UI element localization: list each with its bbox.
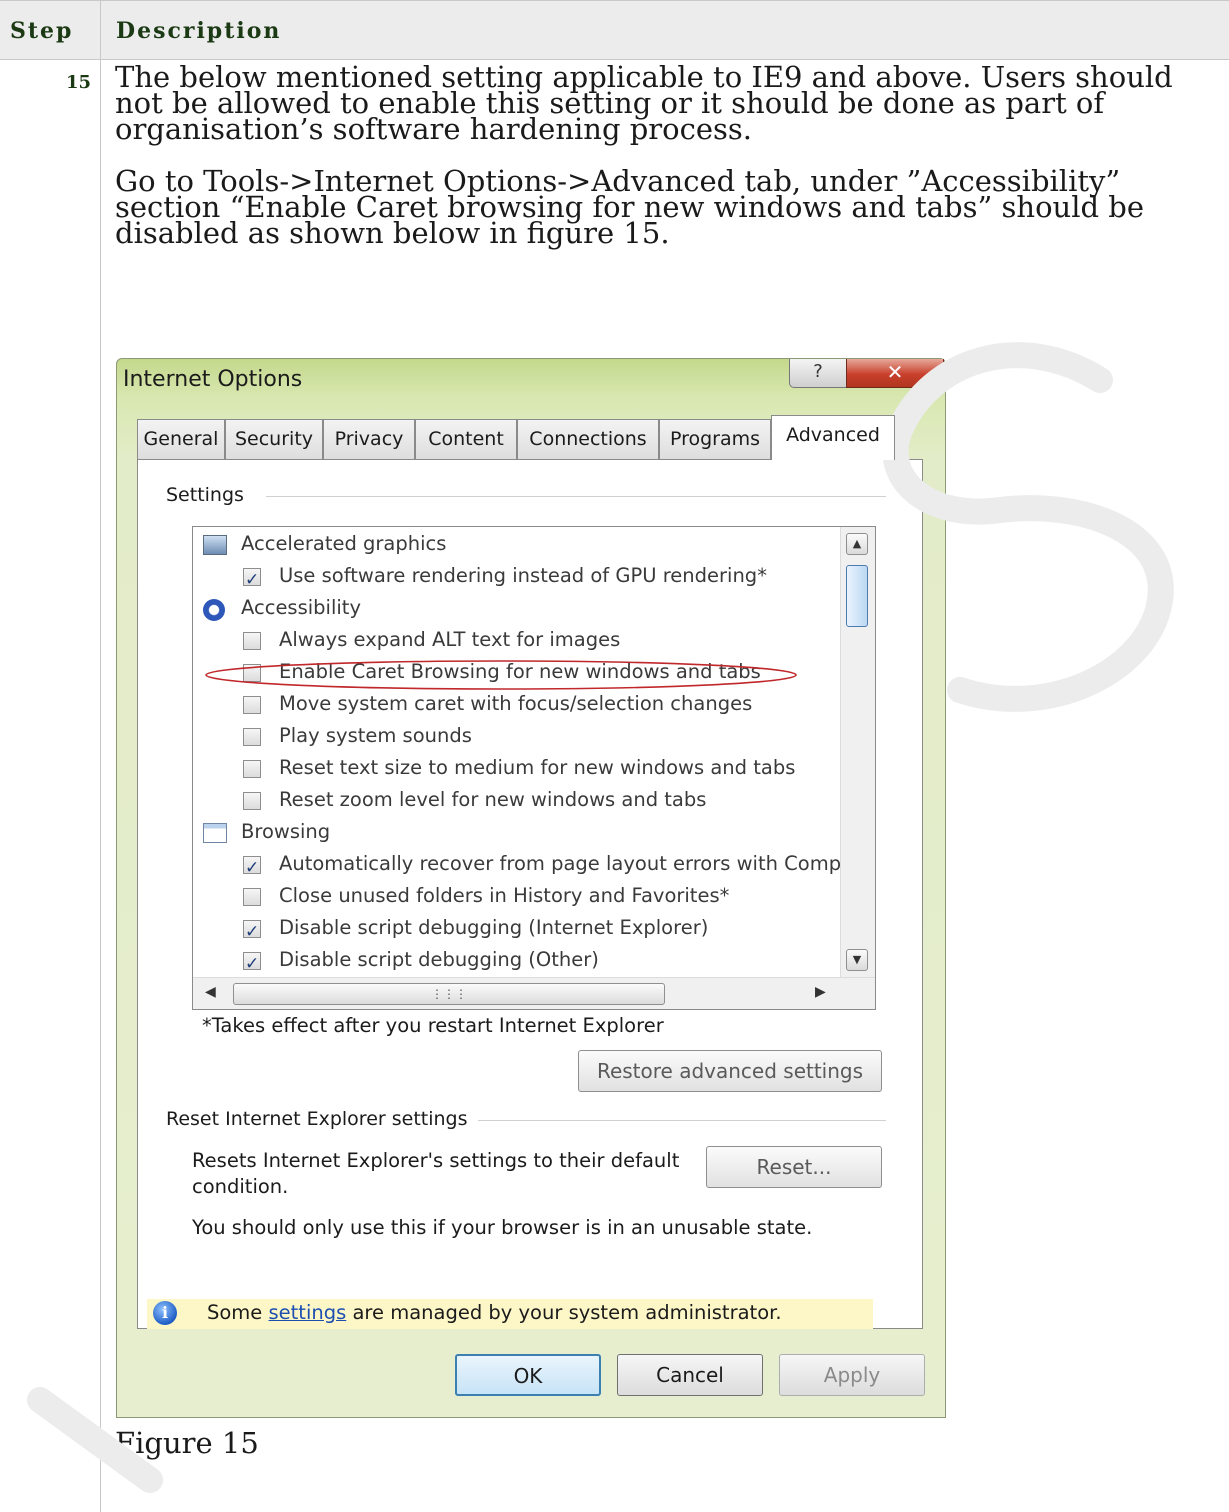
checkbox-unchecked[interactable]: [243, 632, 261, 650]
settings-group-label: Settings: [166, 484, 252, 506]
checkbox-unchecked[interactable]: [243, 792, 261, 810]
help-icon: ?: [813, 361, 823, 382]
red-highlight-ellipse: [205, 660, 797, 690]
scroll-right-icon[interactable]: ▶: [815, 984, 826, 1000]
tab-security[interactable]: Security: [225, 419, 323, 459]
settings-group-line: [266, 496, 886, 497]
checkbox-checked[interactable]: [243, 565, 261, 595]
checkbox-unchecked[interactable]: [243, 696, 261, 714]
info-icon: i: [153, 1301, 177, 1325]
tab-content[interactable]: Content: [415, 419, 517, 459]
checkbox-unchecked[interactable]: [243, 728, 261, 746]
help-button[interactable]: ?: [789, 359, 847, 388]
reset-description: Resets Internet Explorer's settings to t…: [192, 1149, 680, 1198]
scroll-left-icon[interactable]: ◀: [205, 984, 216, 1000]
info-suffix: are managed by your system administrator…: [346, 1301, 782, 1324]
ok-button[interactable]: OK: [455, 1354, 601, 1396]
scroll-up-button[interactable]: ▲: [846, 533, 868, 555]
vertical-scroll-thumb[interactable]: [846, 565, 868, 627]
tab-connections[interactable]: Connections: [517, 419, 659, 459]
settings-listbox[interactable]: Accelerated graphicsUse software renderi…: [192, 526, 876, 1010]
advanced-tab-panel: Settings Accelerated graphicsUse softwar…: [137, 459, 923, 1329]
settings-link[interactable]: settings: [269, 1301, 347, 1324]
checkbox-checked[interactable]: [243, 853, 261, 883]
column-header-description: Description: [116, 18, 282, 44]
column-header-step: Step: [10, 18, 74, 44]
column-divider: [100, 0, 101, 1512]
restore-advanced-settings-button[interactable]: Restore advanced settings: [578, 1050, 882, 1092]
dialog-title: Internet Options: [123, 367, 303, 392]
close-button[interactable]: ✕: [846, 359, 944, 388]
window-icon: [203, 823, 227, 843]
internet-options-dialog: Internet Options ? ✕ General Security Pr…: [116, 358, 946, 1418]
monitor-icon: [203, 535, 227, 555]
admin-info-text: Some settings are managed by your system…: [207, 1301, 782, 1324]
checkbox-unchecked[interactable]: [243, 888, 261, 906]
vertical-scrollbar[interactable]: ▲ ▼: [840, 527, 875, 977]
restart-note: *Takes effect after you restart Internet…: [202, 1014, 664, 1037]
tab-general[interactable]: General: [137, 419, 225, 459]
tab-advanced[interactable]: Advanced: [771, 415, 895, 460]
apply-button[interactable]: Apply: [779, 1354, 925, 1396]
checkbox-unchecked[interactable]: [243, 760, 261, 778]
checkbox-checked[interactable]: [243, 917, 261, 947]
checkbox-checked[interactable]: [243, 949, 261, 979]
cancel-button[interactable]: Cancel: [617, 1354, 763, 1396]
step-number: 15: [66, 72, 92, 93]
reset-group-line: [478, 1120, 886, 1121]
accessibility-icon: [203, 599, 225, 621]
table-header-row: Step Description: [0, 0, 1229, 60]
unusable-state-text: You should only use this if your browser…: [192, 1216, 813, 1239]
admin-info-bar: i Some settings are managed by your syst…: [147, 1299, 873, 1329]
info-prefix: Some: [207, 1301, 269, 1324]
horizontal-scrollbar[interactable]: ◀ ⋮⋮⋮ ▶: [193, 977, 875, 1009]
reset-group-label: Reset Internet Explorer settings: [166, 1108, 476, 1130]
scroll-down-button[interactable]: ▼: [846, 949, 868, 971]
reset-button[interactable]: Reset...: [706, 1146, 882, 1188]
tab-privacy[interactable]: Privacy: [323, 419, 415, 459]
description-paragraph-2: Go to Tools->Internet Options->Advanced …: [115, 164, 1144, 250]
horizontal-scroll-thumb[interactable]: ⋮⋮⋮: [233, 983, 665, 1005]
description-paragraph-1: The below mentioned setting applicable t…: [115, 60, 1173, 146]
tab-programs[interactable]: Programs: [659, 419, 771, 459]
figure-caption: Figure 15: [115, 1426, 259, 1460]
close-icon: ✕: [886, 360, 904, 384]
